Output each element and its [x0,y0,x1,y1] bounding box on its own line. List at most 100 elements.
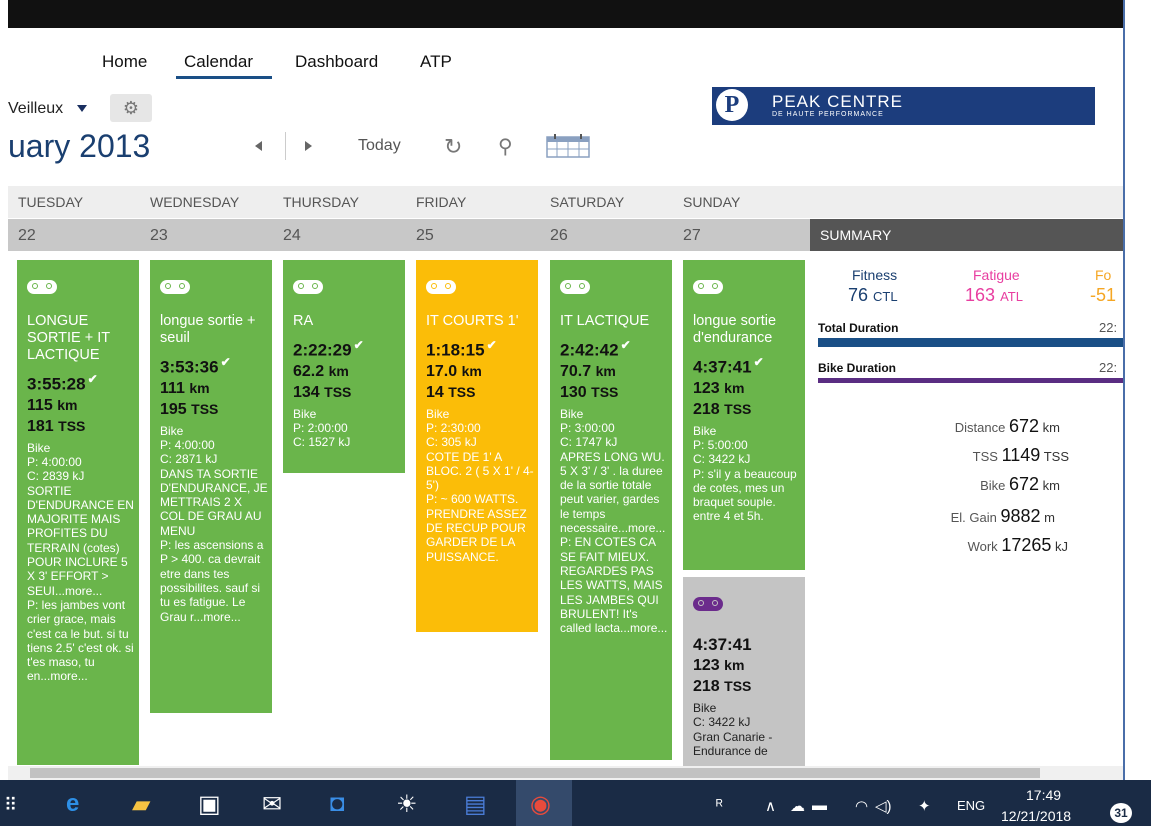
dropbox-icon[interactable]: ✦ [918,797,931,815]
scrollbar-thumb[interactable] [30,768,1040,778]
language-indicator[interactable]: ENG [957,798,985,813]
workout-card-sunday[interactable]: longue sortie d'endurance 4:37:41 ✔ 123 k… [683,260,805,570]
workout-card-sunday-2[interactable]: 4:37:41 123 km 218 TSS Bike C: 3422 kJ G… [683,577,805,766]
workout-note[interactable]: Gran Canarie - Endurance de [693,730,801,759]
workout-card-saturday[interactable]: IT LACTIQUE 2:42:42 ✔ 70.7 km 130 TSS Bik… [550,260,672,760]
window-edge [1123,0,1125,780]
tss-label: TSS [972,449,998,464]
bike-icon [160,280,190,294]
active-tab-indicator [176,76,272,79]
form-label: Fo [1095,267,1112,283]
workout-card-friday[interactable]: IT COURTS 1' 1:18:15 ✔ 17.0 km 14 TSS Bik… [416,260,538,632]
edge-icon[interactable]: e [66,790,79,818]
workout-duration: 4:37:41 [693,357,752,377]
form-value: -51 [1090,285,1117,305]
mail-icon[interactable]: ✉ [262,790,282,819]
athlete-select[interactable]: Veilleux [8,100,88,118]
workout-post[interactable]: P: les jambes vont crier grace, mais c'e… [27,598,135,684]
tss-unit: TSS [448,383,476,400]
chrome-icon[interactable]: ◉ [530,790,551,819]
battery-icon[interactable]: ▬ [812,797,827,814]
workout-note[interactable]: APRES LONG WU. 5 X 3' / 3' . la duree de… [560,450,668,536]
logo-name: PEAK CENTRE [772,92,903,111]
workout-card-thursday[interactable]: RA 2:22:29 ✔ 62.2 km 134 TSS Bike P: 2:00… [283,260,405,473]
nav-calendar[interactable]: Calendar [184,52,253,72]
clock-time[interactable]: 17:49 [1026,787,1061,803]
fitness-value: 76 CTL [848,285,898,306]
outlook-icon[interactable]: ◘ [330,790,345,818]
check-icon: ✔ [353,338,364,352]
clock-date[interactable]: 12/21/2018 [1001,808,1071,824]
settings-button[interactable]: ⚙ [110,94,152,122]
refresh-icon[interactable]: ↻ [444,134,462,160]
bike-unit: km [1042,478,1060,493]
workout-note[interactable]: DANS TA SORTIE D'ENDURANCE, JE METTRAIS … [160,467,268,538]
file-explorer-icon[interactable]: ▰ [132,790,150,819]
word-icon[interactable]: ▤ [464,790,487,819]
peak-centre-logo: P PEAK CENTRE DE HAUTE PERFORMANCE [712,87,1095,125]
distance-unit: km [724,657,745,673]
previous-week-button[interactable] [255,141,262,151]
bike-duration-bar [818,378,1123,383]
workout-card-wednesday[interactable]: longue sortie + seuil 3:53:36 ✔ 111 km 19… [150,260,272,713]
nav-atp[interactable]: ATP [420,52,452,72]
athlete-name: Veilleux [8,100,64,117]
people-icon[interactable]: ᴿ [716,797,723,814]
top-bar [8,0,1123,28]
notification-center-icon[interactable]: 31 [1110,803,1132,823]
workout-card-tuesday[interactable]: LONGUE SORTIE + IT LACTIQUE 3:55:28 ✔ 115… [17,260,139,765]
workout-completed: C: 2839 kJ [27,469,85,484]
workout-title: IT LACTIQUE [560,313,650,329]
check-icon: ✔ [87,372,98,386]
work-unit: kJ [1055,539,1068,554]
bike-icon [693,597,723,611]
date-number: 26 [550,227,568,244]
bike-icon [293,280,323,294]
nav-home[interactable]: Home [102,52,147,72]
total-duration-value: 22: [1099,320,1118,335]
workout-distance: 62.2 [293,362,325,380]
distance-unit: km [57,396,78,413]
divider [285,132,286,160]
workout-note[interactable]: P: s'il y a beaucoup de cotes, mes un br… [693,467,801,524]
logo-subtitle: DE HAUTE PERFORMANCE [772,111,884,118]
distance-value: 672 [1008,416,1040,436]
logo-mark: P [716,89,748,121]
weather-icon[interactable]: ☀ [396,790,418,819]
calendar-icon[interactable] [546,134,590,158]
search-icon[interactable]: ⚲ [498,134,513,159]
distance-unit: km [328,362,349,379]
date-number: 23 [150,227,168,244]
start-icon[interactable]: ⠿ [4,795,17,816]
workout-post[interactable]: P: EN COTES CA SE FAIT MIEUX. REGARDES P… [560,535,668,635]
workout-duration: 1:18:15 [426,340,485,360]
distance-unit: km [1042,420,1060,435]
next-week-button[interactable] [305,141,312,151]
workout-title: longue sortie + seuil [160,313,256,346]
volume-icon[interactable]: ◁) [875,797,892,815]
tss-unit: TSS [58,417,86,434]
elevation-value: 9882 [1000,506,1041,526]
nav-dashboard[interactable]: Dashboard [295,52,378,72]
chevron-up-icon[interactable]: ∧ [765,797,776,815]
workout-distance: 115 [27,396,53,414]
date-number: 25 [416,227,434,244]
day-name: THURSDAY [283,194,359,210]
workout-post[interactable]: P: les ascensions a P > 400. ca devrait … [160,538,268,624]
date-number: 27 [683,227,701,244]
fatigue-number: 163 [965,285,996,305]
bike-value: 672 [1008,474,1040,494]
wifi-icon[interactable]: ◠ [855,797,868,815]
workout-distance: 123 [693,657,720,674]
weekday-header: TUESDAY WEDNESDAY THURSDAY FRIDAY SATURD… [8,186,1123,218]
check-icon: ✔ [753,355,764,369]
workout-note[interactable]: COTE DE 1' A BLOC. 2 ( 5 X 1' / 4-5') [426,450,534,493]
bike-icon [693,280,723,294]
workout-sport: Bike [27,440,51,455]
workout-planned: P: 5:00:00 [693,437,748,452]
store-icon[interactable]: ▣ [198,790,221,819]
onedrive-icon[interactable]: ☁ [790,797,805,815]
today-button[interactable]: Today [358,137,401,155]
workout-note[interactable]: SORTIE D'ENDURANCE EN MAJORITE MAIS PROF… [27,484,135,598]
workout-post[interactable]: P: ~ 600 WATTS. PRENDRE ASSEZ DE RECUP P… [426,492,534,563]
